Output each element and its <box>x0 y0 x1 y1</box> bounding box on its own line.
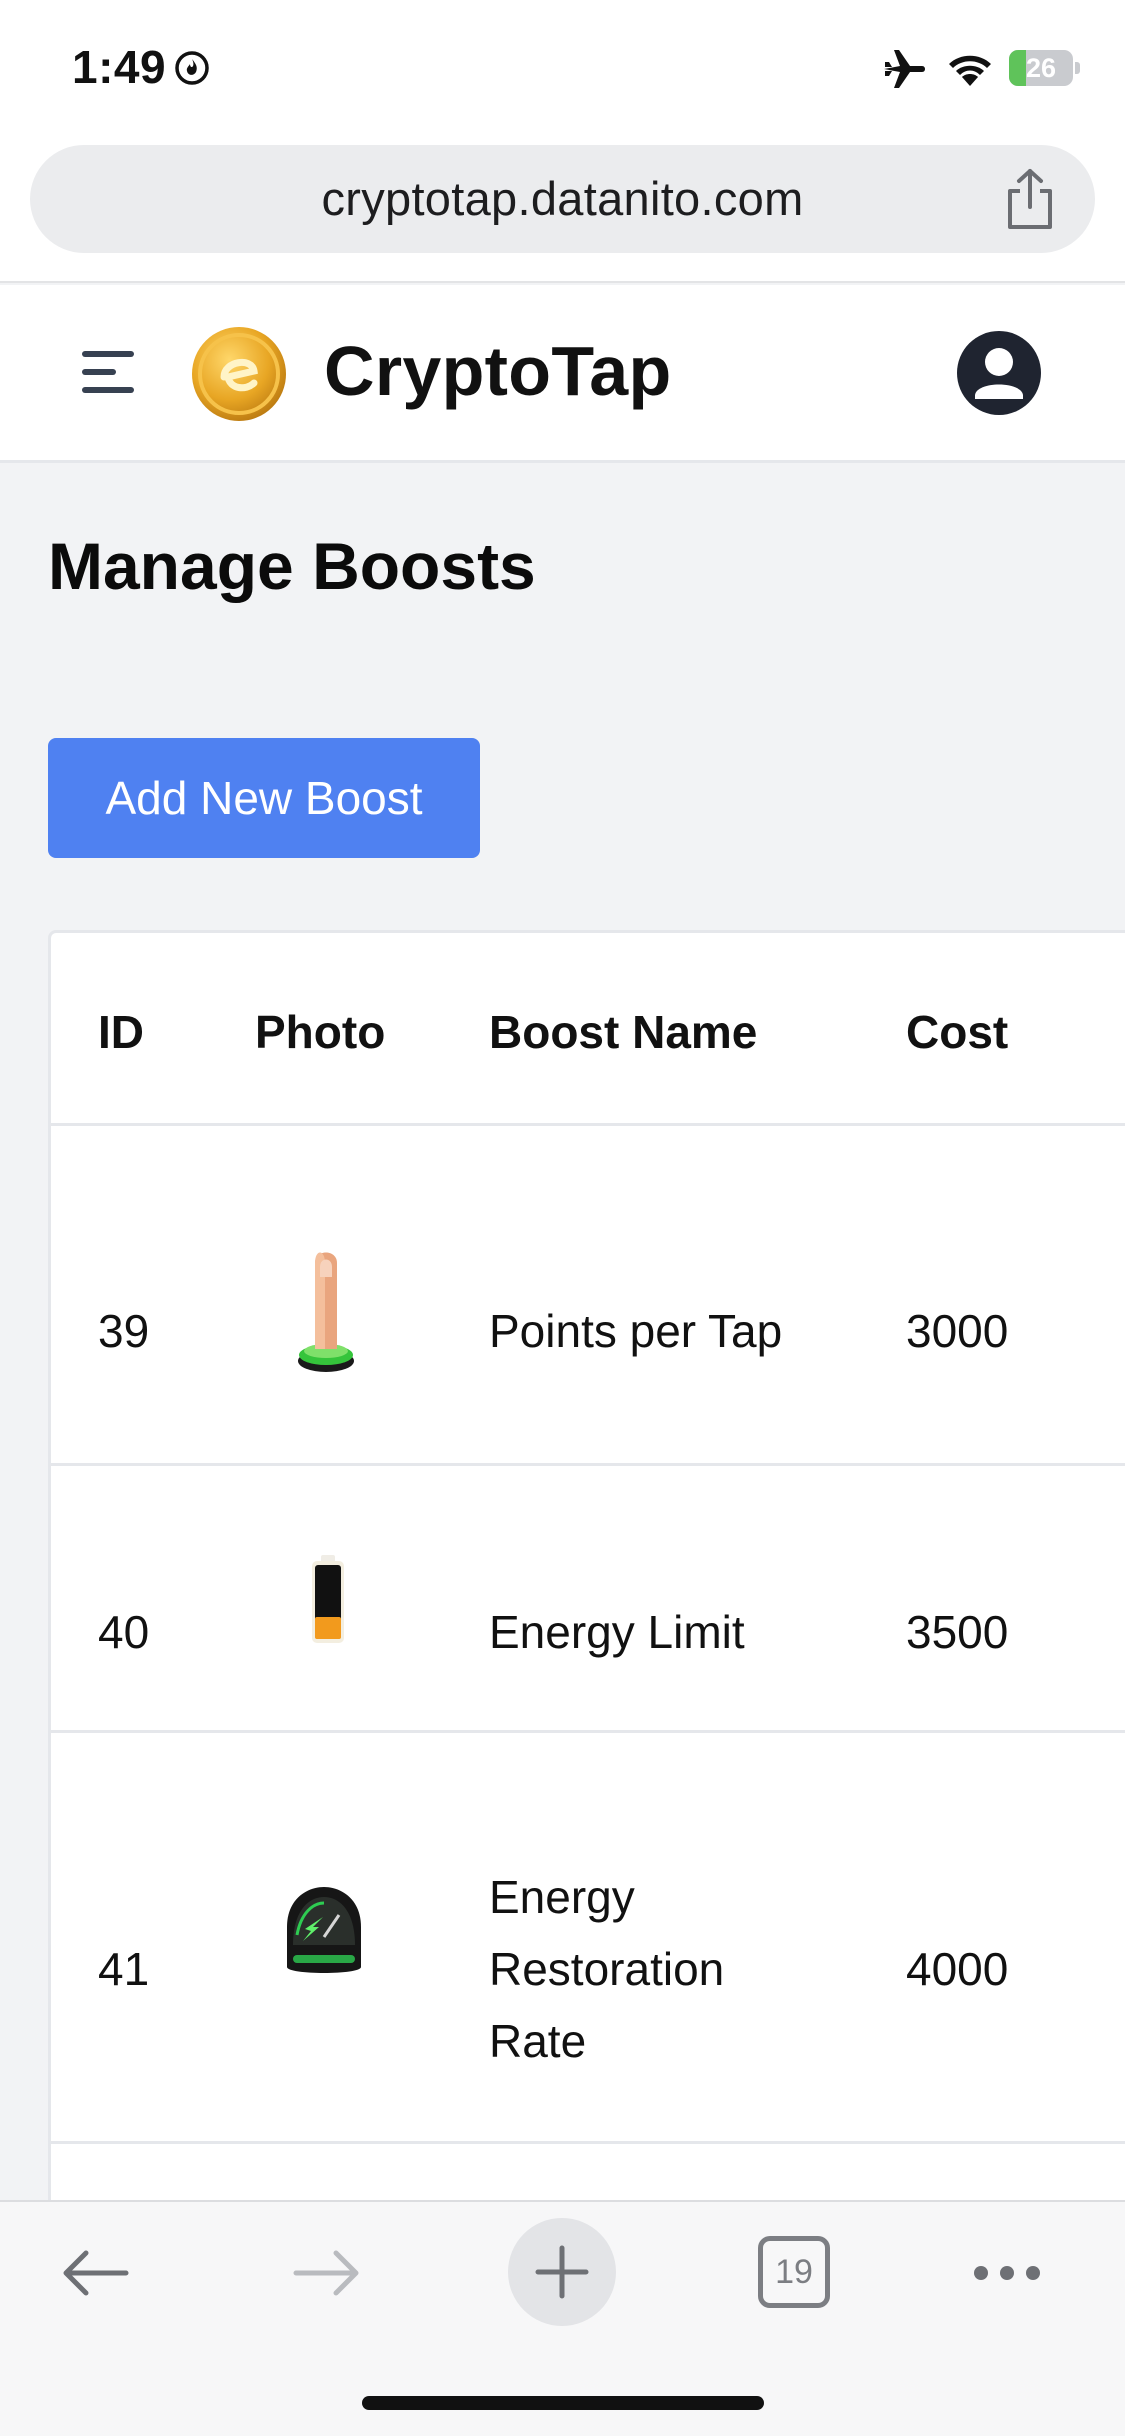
home-indicator <box>362 2396 764 2410</box>
page-title: Manage Boosts <box>48 529 536 603</box>
plus-icon <box>535 2245 589 2299</box>
cell-id: 40 <box>98 1606 150 1658</box>
tabs-button[interactable]: 19 <box>758 2236 830 2308</box>
wifi-icon <box>949 55 991 86</box>
cell-id: 41 <box>98 1943 150 1995</box>
browser-address-area: cryptotap.datanito.com <box>0 135 1125 283</box>
battery-indicator: 26 <box>1009 50 1080 86</box>
cell-boost-name: Points per Tap <box>489 1305 783 1357</box>
new-tab-button[interactable] <box>508 2218 616 2326</box>
speedometer-icon <box>287 1887 361 1973</box>
url-text[interactable]: cryptotap.datanito.com <box>30 145 1095 253</box>
airplane-icon <box>884 50 925 88</box>
battery-percent: 26 <box>1025 53 1057 83</box>
cell-boost-name-line-1: Energy <box>489 1871 635 1923</box>
cell-cost: 3500 <box>906 1606 1009 1658</box>
more-icon[interactable] <box>972 2264 1042 2282</box>
forward-arrow-icon[interactable] <box>292 2248 362 2298</box>
status-bar: 1:49 26 <box>0 0 1125 135</box>
column-header-boost-name: Boost Name <box>489 1006 758 1058</box>
column-header-cost: Cost <box>906 1006 1009 1058</box>
logo-coin-icon[interactable] <box>190 325 288 423</box>
cell-cost: 3000 <box>906 1305 1009 1357</box>
divider <box>51 1463 1125 1466</box>
menu-icon[interactable] <box>80 347 136 397</box>
focus-icon <box>175 51 209 85</box>
back-arrow-icon[interactable] <box>60 2248 130 2298</box>
cell-boost-name-line-3: Rate <box>489 2015 587 2067</box>
cell-boost-name: Energy Limit <box>489 1606 745 1658</box>
cell-cost: 4000 <box>906 1943 1009 1995</box>
divider <box>51 1123 1125 1126</box>
share-icon[interactable] <box>1000 167 1060 231</box>
finger-tap-icon <box>298 1252 354 1372</box>
divider <box>51 2141 1125 2144</box>
column-header-photo: Photo <box>255 1006 386 1058</box>
cell-id: 39 <box>98 1305 150 1357</box>
battery-icon <box>312 1555 344 1643</box>
site-header: CryptoTap <box>0 285 1125 463</box>
add-new-boost-button[interactable]: Add New Boost <box>48 738 480 858</box>
profile-icon[interactable] <box>955 329 1043 417</box>
status-time: 1:49 <box>72 41 167 93</box>
divider <box>51 1730 1125 1733</box>
address-bar[interactable]: cryptotap.datanito.com <box>30 145 1095 253</box>
cell-boost-name-line-2: Restoration <box>489 1943 725 1995</box>
brand-name[interactable]: CryptoTap <box>324 331 672 411</box>
column-header-id: ID <box>98 1006 144 1058</box>
boosts-table: ID Photo Boost Name Cost 39 Points per T… <box>48 930 1125 2200</box>
